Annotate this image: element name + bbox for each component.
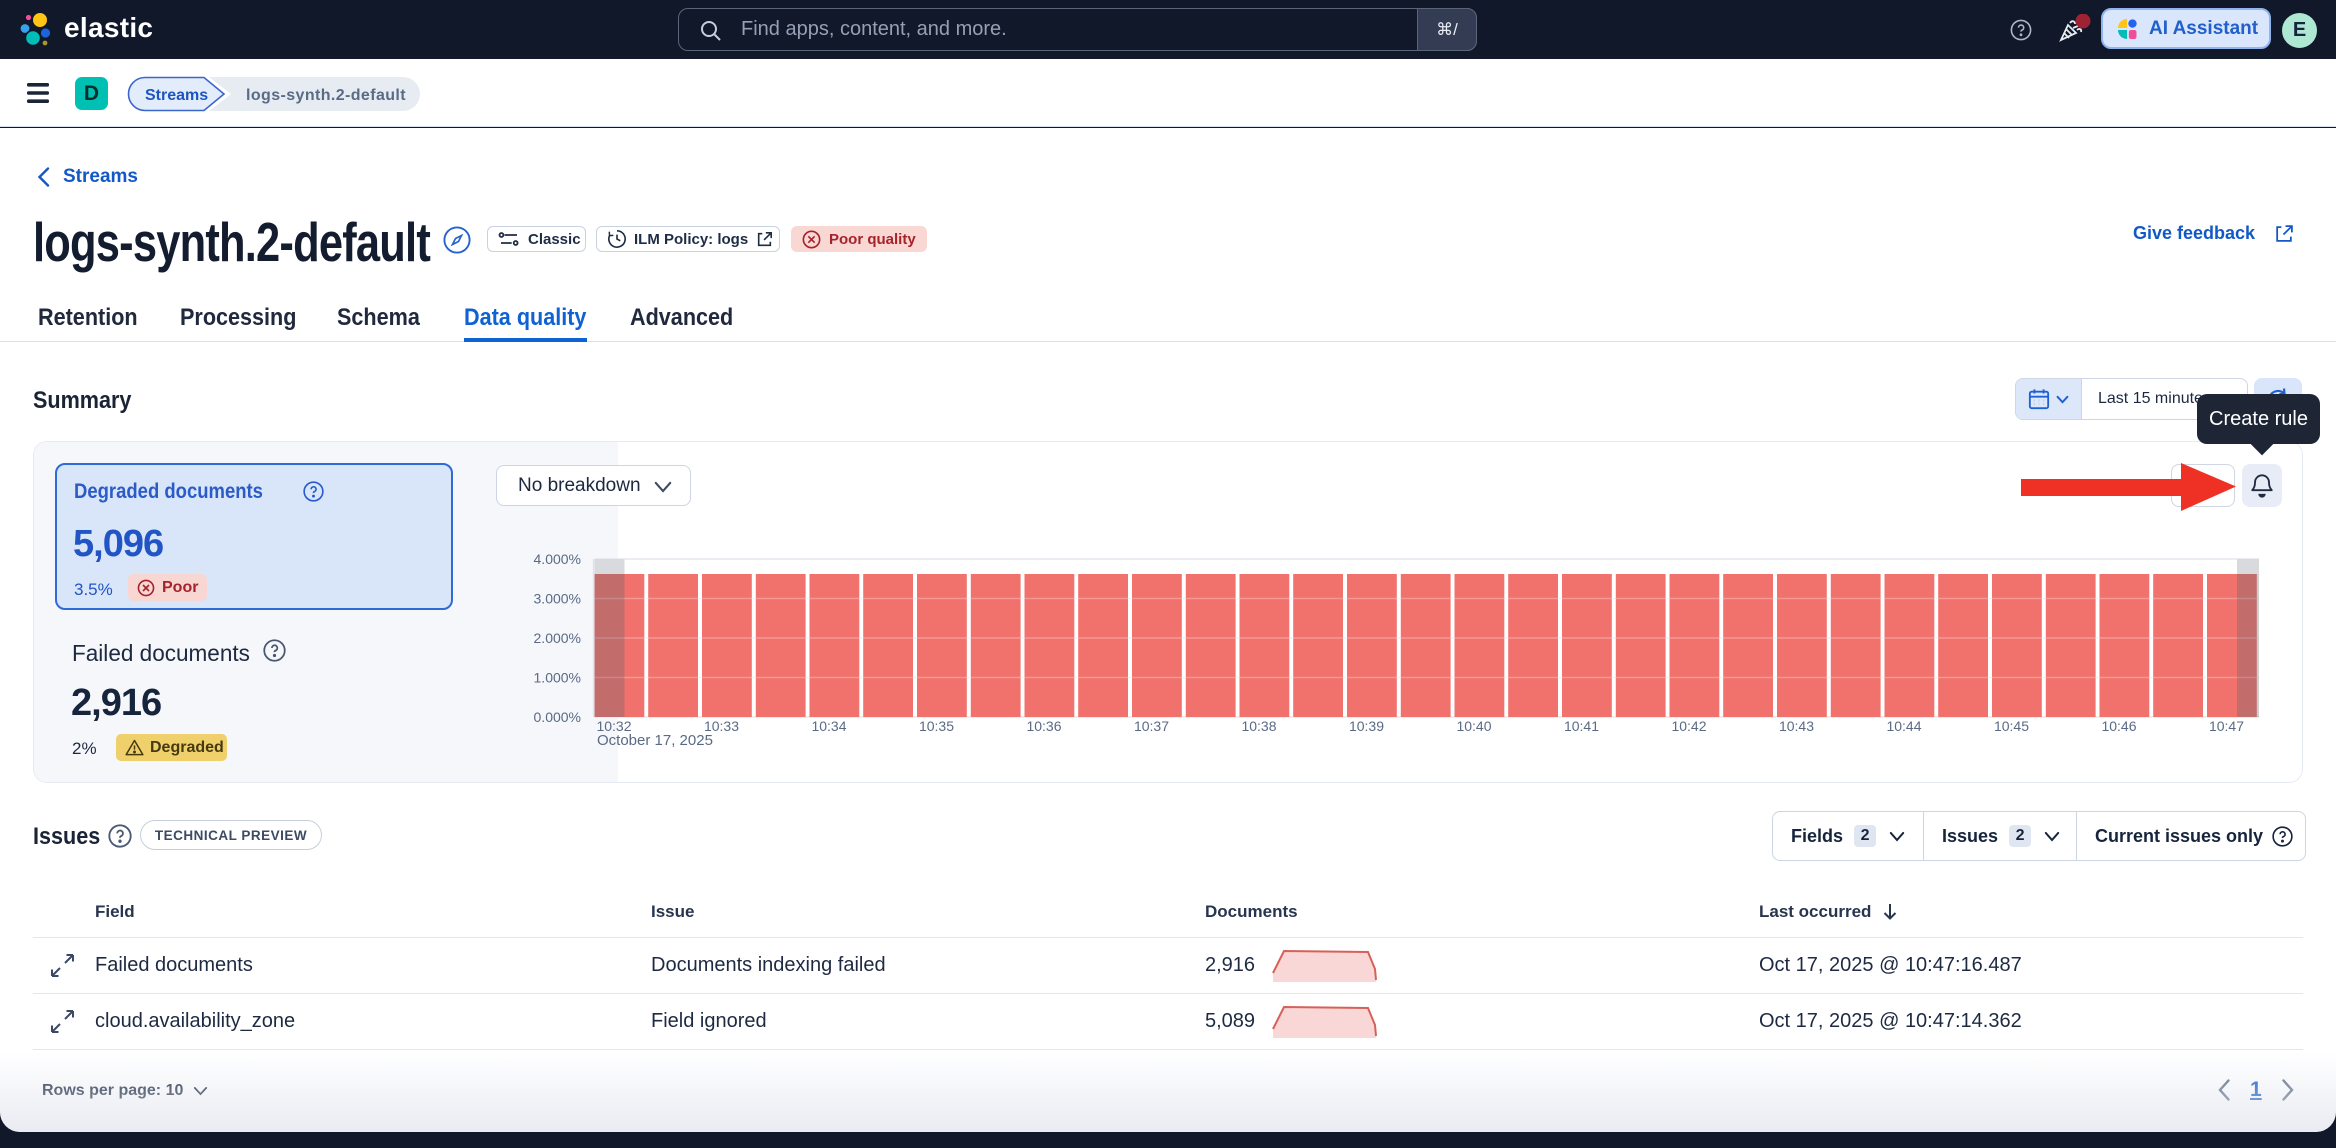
svg-text:10:43: 10:43 [1779,718,1814,734]
svg-text:4.000%: 4.000% [534,551,581,567]
svg-text:10:42: 10:42 [1671,718,1706,734]
svg-text:10:35: 10:35 [919,718,954,734]
svg-text:3.000%: 3.000% [534,591,581,607]
svg-text:Streams: Streams [145,87,208,104]
svg-text:10:41: 10:41 [1564,718,1599,734]
svg-text:10:36: 10:36 [1026,718,1061,734]
svg-text:0.000%: 0.000% [534,709,581,725]
svg-text:logs-synth.2-default: logs-synth.2-default [246,87,406,104]
svg-text:10:40: 10:40 [1456,718,1491,734]
svg-text:10:44: 10:44 [1886,718,1921,734]
svg-text:1.000%: 1.000% [534,670,581,686]
svg-text:10:46: 10:46 [2101,718,2136,734]
svg-text:10:38: 10:38 [1241,718,1276,734]
svg-text:2.000%: 2.000% [534,630,581,646]
svg-text:10:47: 10:47 [2209,718,2244,734]
svg-text:10:37: 10:37 [1134,718,1169,734]
svg-text:October 17, 2025: October 17, 2025 [597,732,713,749]
svg-text:10:45: 10:45 [1994,718,2029,734]
svg-text:10:34: 10:34 [811,718,846,734]
svg-text:10:39: 10:39 [1349,718,1384,734]
